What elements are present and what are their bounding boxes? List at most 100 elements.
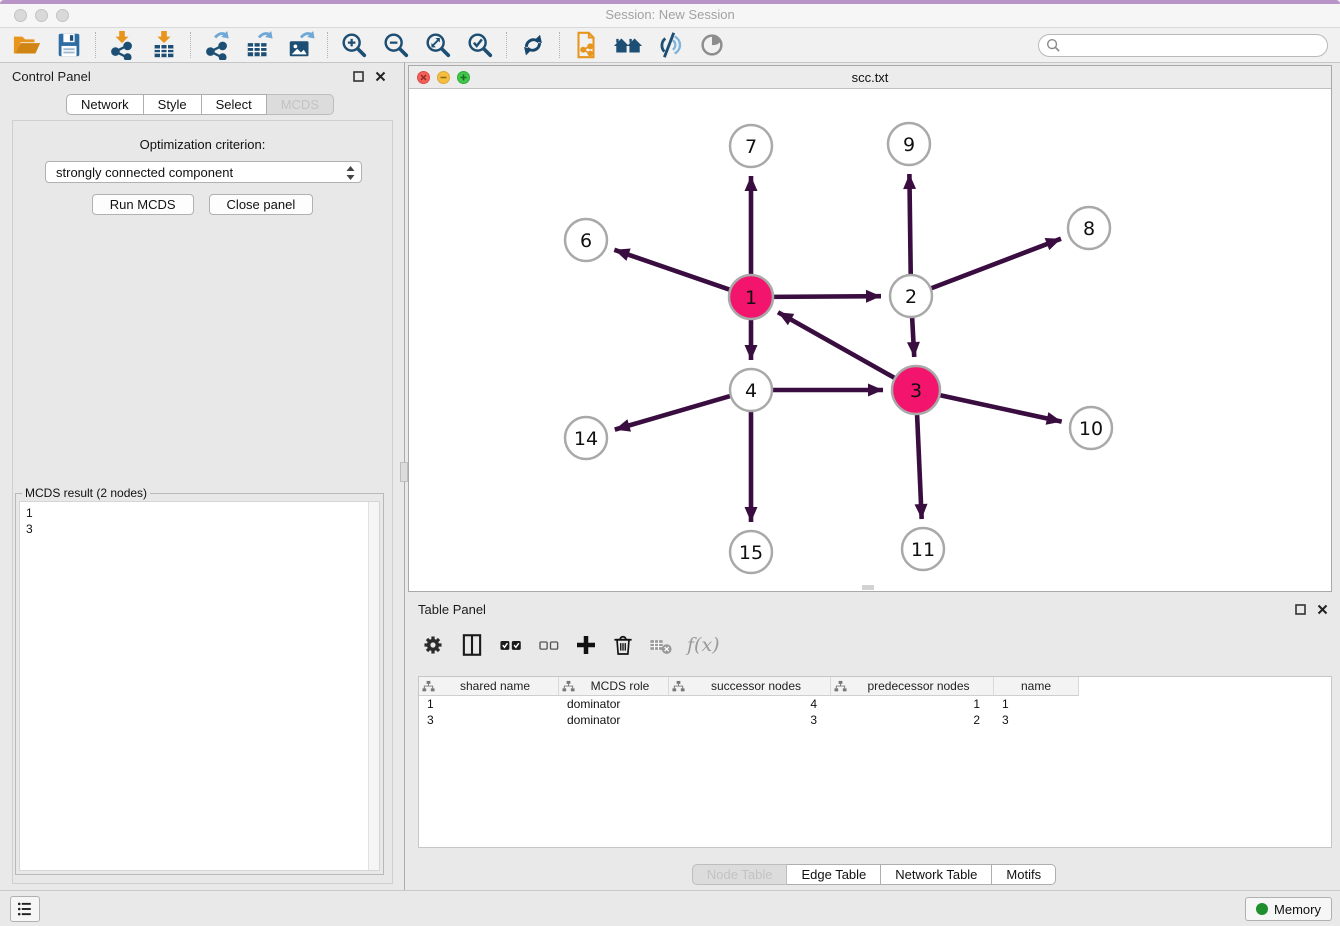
search-input[interactable] <box>1038 34 1328 57</box>
zoom-in-icon[interactable] <box>333 29 375 61</box>
network-canvas[interactable]: 7 9 6 8 1 2 4 3 14 10 15 11 <box>409 89 1331 591</box>
show-graphics-details-icon[interactable] <box>691 29 733 61</box>
graph-edge[interactable] <box>778 312 896 378</box>
hide-graphics-details-icon[interactable] <box>649 29 691 61</box>
open-session-icon[interactable] <box>6 29 48 61</box>
task-history-button[interactable] <box>10 896 40 922</box>
network-view-title: scc.txt <box>409 70 1331 85</box>
graph-edge[interactable] <box>615 396 732 430</box>
graph-node[interactable]: 15 <box>730 531 772 573</box>
attribute-tree-icon <box>672 680 685 693</box>
table-cell[interactable]: 1 <box>831 696 994 712</box>
refresh-icon[interactable] <box>512 29 554 61</box>
graph-node[interactable]: 1 <box>729 275 773 319</box>
graph-edge[interactable] <box>917 413 922 519</box>
attribute-tree-icon <box>834 680 847 693</box>
graph-edge[interactable] <box>614 250 731 290</box>
network-window-titlebar[interactable]: scc.txt <box>409 66 1331 89</box>
memory-label: Memory <box>1274 902 1321 917</box>
graph-edge[interactable] <box>912 316 914 357</box>
close-panel-button[interactable]: Close panel <box>209 194 314 215</box>
tab-network[interactable]: Network <box>66 94 144 115</box>
export-table-icon[interactable] <box>238 29 280 61</box>
table-cell[interactable]: 1 <box>419 696 559 712</box>
node-label: 3 <box>910 380 922 402</box>
import-network-icon[interactable] <box>101 29 143 61</box>
tab-motifs[interactable]: Motifs <box>992 864 1056 885</box>
run-mcds-button[interactable]: Run MCDS <box>92 194 194 215</box>
table-cell[interactable]: dominator <box>559 712 669 728</box>
scrollbar[interactable] <box>368 502 379 870</box>
delete-column-icon[interactable] <box>611 630 635 660</box>
graph-node[interactable]: 4 <box>730 369 772 411</box>
table-row[interactable]: 1dominator411 <box>419 696 1331 712</box>
graph-edge[interactable] <box>930 239 1061 289</box>
graph-node[interactable]: 9 <box>888 123 930 165</box>
close-panel-icon[interactable] <box>372 68 388 84</box>
table-cell[interactable]: 1 <box>994 696 1079 712</box>
settings-gear-icon[interactable] <box>420 630 446 660</box>
node-label: 7 <box>745 136 757 158</box>
canvas-splitter-handle[interactable] <box>862 585 874 590</box>
graph-edge[interactable] <box>938 395 1061 422</box>
node-label: 11 <box>911 539 935 561</box>
table-cell[interactable]: 3 <box>419 712 559 728</box>
graph-node[interactable]: 6 <box>565 219 607 261</box>
apply-function-icon[interactable]: f(x) <box>687 630 720 660</box>
tab-edge-table[interactable]: Edge Table <box>787 864 881 885</box>
graph-node[interactable]: 2 <box>890 275 932 317</box>
graph-node[interactable]: 14 <box>565 417 607 459</box>
zoom-out-icon[interactable] <box>375 29 417 61</box>
graph-edge[interactable] <box>772 296 881 297</box>
table-row[interactable]: 3dominator323 <box>419 712 1331 728</box>
mcds-result-text[interactable]: 1 3 <box>19 501 380 871</box>
column-header[interactable]: successor nodes <box>669 677 831 696</box>
add-column-icon[interactable] <box>574 630 598 660</box>
node-label: 8 <box>1083 218 1095 240</box>
tab-style[interactable]: Style <box>144 94 202 115</box>
zoom-selected-icon[interactable] <box>459 29 501 61</box>
delete-table-icon[interactable] <box>648 630 674 660</box>
export-network-icon[interactable] <box>196 29 238 61</box>
column-header[interactable]: shared name <box>419 677 559 696</box>
optimization-criterion-value: strongly connected component <box>56 165 233 180</box>
column-header[interactable]: MCDS role <box>559 677 669 696</box>
new-network-from-file-icon[interactable] <box>565 29 607 61</box>
save-session-icon[interactable] <box>48 29 90 61</box>
memory-button[interactable]: Memory <box>1245 897 1332 921</box>
graph-node[interactable]: 3 <box>892 366 940 414</box>
deselect-all-checkboxes-icon[interactable] <box>537 630 561 660</box>
tab-mcds[interactable]: MCDS <box>267 94 334 115</box>
optimization-criterion-select[interactable]: strongly connected component <box>45 161 362 183</box>
apply-layout-icon[interactable] <box>607 29 649 61</box>
table-cell[interactable]: 3 <box>669 712 831 728</box>
control-panel: Control Panel Network Style Select MCDS … <box>0 62 400 890</box>
tab-select[interactable]: Select <box>202 94 267 115</box>
zoom-fit-icon[interactable] <box>417 29 459 61</box>
export-image-icon[interactable] <box>280 29 322 61</box>
status-bar: Memory <box>0 890 1340 926</box>
table-cell[interactable]: 4 <box>669 696 831 712</box>
column-header[interactable]: name <box>994 677 1079 696</box>
node-label: 1 <box>745 287 757 309</box>
table-tabs: Node Table Edge Table Network Table Moti… <box>408 864 1340 885</box>
import-table-icon[interactable] <box>143 29 185 61</box>
table-cell[interactable]: dominator <box>559 696 669 712</box>
table-cell[interactable]: 3 <box>994 712 1079 728</box>
search-box <box>1038 34 1328 57</box>
tab-network-table[interactable]: Network Table <box>881 864 992 885</box>
float-panel-icon[interactable] <box>350 68 366 84</box>
tab-node-table[interactable]: Node Table <box>692 864 788 885</box>
graph-node[interactable]: 11 <box>902 528 944 570</box>
splitter-handle[interactable] <box>400 462 408 482</box>
show-columns-icon[interactable] <box>459 630 485 660</box>
select-all-checkboxes-icon[interactable] <box>498 630 524 660</box>
column-header[interactable]: predecessor nodes <box>831 677 994 696</box>
graph-node[interactable]: 8 <box>1068 207 1110 249</box>
float-panel-icon[interactable] <box>1292 601 1308 617</box>
graph-edge[interactable] <box>909 174 910 276</box>
table-cell[interactable]: 2 <box>831 712 994 728</box>
graph-node[interactable]: 10 <box>1070 407 1112 449</box>
close-panel-icon[interactable] <box>1314 601 1330 617</box>
graph-node[interactable]: 7 <box>730 125 772 167</box>
